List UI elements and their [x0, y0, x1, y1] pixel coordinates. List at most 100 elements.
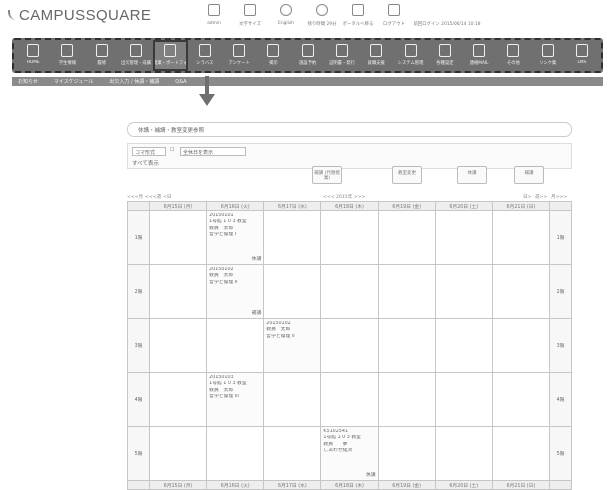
toolbar-lecture-portfolio[interactable]: 授業・ポートフォリオ — [153, 40, 188, 71]
header-tool-time: 残り時間 29分 — [304, 4, 340, 27]
empty-cell — [206, 426, 265, 481]
toolbar-syllabus[interactable]: シラバス — [188, 40, 222, 71]
prev-month-link[interactable]: <<<月 — [127, 194, 143, 200]
toolbar-student-info[interactable]: 学生情報 — [50, 40, 84, 71]
makeup-class-button[interactable]: 補講 — [514, 166, 544, 184]
event-cell[interactable]: 20150103 1号館 1 0 3 教室 教員 太郎 哲学と倫理 III — [206, 372, 265, 427]
prev-day-link[interactable]: <日 — [163, 194, 171, 200]
person-icon — [208, 4, 220, 16]
submenu-attendance[interactable]: 出欠入力 / 休講・補講 — [109, 78, 159, 85]
next-month-link[interactable]: 月>>> — [551, 194, 567, 200]
lms-icon — [575, 44, 588, 57]
event-line: 哲学と倫理 III — [209, 393, 239, 399]
event-cell[interactable]: 20150101 1号館 1 0 3 教室 教員 太郎 哲学と倫理 I 休講 — [206, 210, 265, 265]
next-day-link[interactable]: 日> — [523, 194, 531, 200]
next-week-link[interactable]: 週>> — [535, 194, 547, 200]
calendar-nav: <<<月 <<<週 <日 <<< 2015年 >>> 日> 週>> 月>>> — [127, 193, 572, 201]
app-logo[interactable]: CAMPUSSQUARE — [8, 7, 151, 24]
period-label: 3限 — [549, 318, 572, 373]
content-panel: 休講・補講・教室変更参照 コマ形式 ☐ 全休日を表示 すべて表示 — [127, 122, 572, 169]
event-cell[interactable]: K5102541 1号館 1 0 3 教室 教員 夢しあわせ経済 休講 — [320, 426, 379, 481]
toolbar-bulletin[interactable]: 掲示 — [256, 40, 290, 71]
toolbar-registration[interactable]: 履修 — [85, 40, 119, 71]
empty-cell — [491, 318, 551, 373]
header-tool-text-size[interactable]: 文字サイズ — [232, 4, 268, 27]
empty-cell — [148, 426, 208, 481]
header-tool-admin[interactable]: admin — [196, 4, 232, 27]
cancel-class-button[interactable]: 休講 — [457, 166, 487, 184]
header-tool-logout[interactable]: ログアウト — [376, 4, 412, 27]
header-tools: admin 文字サイズ English 残り時間 29分 ポータルへ移る ログア… — [196, 4, 482, 27]
empty-cell — [320, 264, 379, 319]
job-icon — [370, 44, 383, 57]
day-header: 6月20日 (土) — [434, 201, 493, 211]
event-cell[interactable]: 20150102 教員 太郎 哲学と倫理 II — [263, 318, 322, 373]
room-change-button[interactable]: 教室変更 — [392, 166, 422, 184]
submenu-qa[interactable]: Q&A — [175, 79, 186, 85]
bulletin-icon — [267, 44, 280, 57]
header-tool-label: ポータルへ移る — [342, 22, 374, 27]
lecture-icon — [164, 44, 177, 57]
student-info-icon — [61, 44, 74, 57]
toolbar-facility[interactable]: 施設予約 — [291, 40, 325, 71]
header-tool-portal[interactable]: ポータルへ移る — [340, 4, 376, 27]
empty-cell — [263, 264, 322, 319]
grades-icon — [95, 44, 108, 57]
view-format-select[interactable]: コマ形式 — [132, 147, 166, 156]
home-icon — [27, 44, 40, 57]
event-line: 哲学と倫理 II — [209, 279, 238, 285]
empty-cell — [148, 264, 208, 319]
period-label: 2限 — [127, 264, 150, 319]
clock-icon — [316, 4, 328, 16]
event-line: 哲学と倫理 II — [266, 333, 295, 339]
toolbar-label: 学生情報 — [58, 61, 77, 66]
toolbar-certificate[interactable]: 証明書・発行 — [325, 40, 359, 71]
makeup-substitute-button[interactable]: 補講 (代替授業) — [312, 166, 342, 184]
header-last-login: 前回ログイン 2015/06/14 10:18 — [412, 4, 482, 27]
empty-cell — [377, 372, 436, 427]
holiday-checkbox[interactable]: ☐ — [170, 147, 174, 153]
holiday-option-select[interactable]: 全休日を表示 — [180, 147, 246, 156]
day-header: 6月19日 (金) — [377, 201, 436, 211]
callout-arrow-line — [205, 76, 209, 96]
main-toolbar: HOME 学生情報 履修 出欠管理・成績 授業・ポートフォリオ シラバス アンケ… — [12, 38, 603, 73]
event-cell[interactable]: 20150102 教員 太郎 哲学と倫理 II 補講 — [206, 264, 265, 319]
year-nav[interactable]: <<< 2015年 >>> — [323, 194, 365, 200]
empty-cell — [320, 318, 379, 373]
page-title: 休講・補講・教室変更参照 — [127, 122, 572, 137]
empty-cell — [434, 210, 493, 265]
toolbar-label: 就職支援 — [367, 61, 385, 66]
event-line: 哲学と倫理 I — [209, 231, 237, 237]
toolbar-lms[interactable]: LMS — [565, 40, 599, 71]
toolbar-job[interactable]: 就職支援 — [359, 40, 393, 71]
empty-cell — [491, 264, 551, 319]
filter-controls: コマ形式 ☐ 全休日を表示 すべて表示 — [127, 143, 572, 169]
period-row: 1限 20150101 1号館 1 0 3 教室 教員 太郎 哲学と倫理 I 休講 1限 — [127, 210, 572, 265]
toolbar-links[interactable]: リンク集 — [531, 40, 565, 71]
toolbar-survey[interactable]: アンケート — [222, 40, 256, 71]
toolbar-home[interactable]: HOME — [16, 40, 50, 71]
toolbar-system[interactable]: システム管理 — [393, 40, 427, 71]
empty-cell — [320, 210, 379, 265]
toolbar-other[interactable]: その他 — [496, 40, 530, 71]
facility-icon — [301, 44, 314, 57]
header-tool-english[interactable]: English — [268, 4, 304, 27]
logo-mark-icon — [8, 10, 16, 20]
toolbar-label: シラバス — [196, 61, 214, 66]
empty-cell — [377, 210, 436, 265]
toolbar-attendance[interactable]: 出欠管理・成績 — [119, 40, 153, 71]
toolbar-label: HOME — [26, 60, 40, 65]
empty-cell — [434, 426, 493, 481]
empty-cell — [148, 318, 208, 373]
toolbar-mail[interactable]: 連絡MAIL — [462, 40, 496, 71]
globe-icon — [280, 4, 292, 16]
empty-cell — [206, 318, 265, 373]
show-all-link[interactable]: すべて表示 — [132, 159, 159, 167]
header-tool-label: ログアウト — [383, 22, 405, 27]
prev-week-link[interactable]: <<<週 — [145, 194, 161, 200]
system-icon — [404, 44, 417, 57]
toolbar-label: 証明書・発行 — [329, 61, 355, 66]
toolbar-settings[interactable]: 各種設定 — [428, 40, 462, 71]
submenu-my-schedule[interactable]: マイスケジュール — [54, 78, 94, 85]
submenu-news[interactable]: お知らせ — [18, 78, 38, 85]
